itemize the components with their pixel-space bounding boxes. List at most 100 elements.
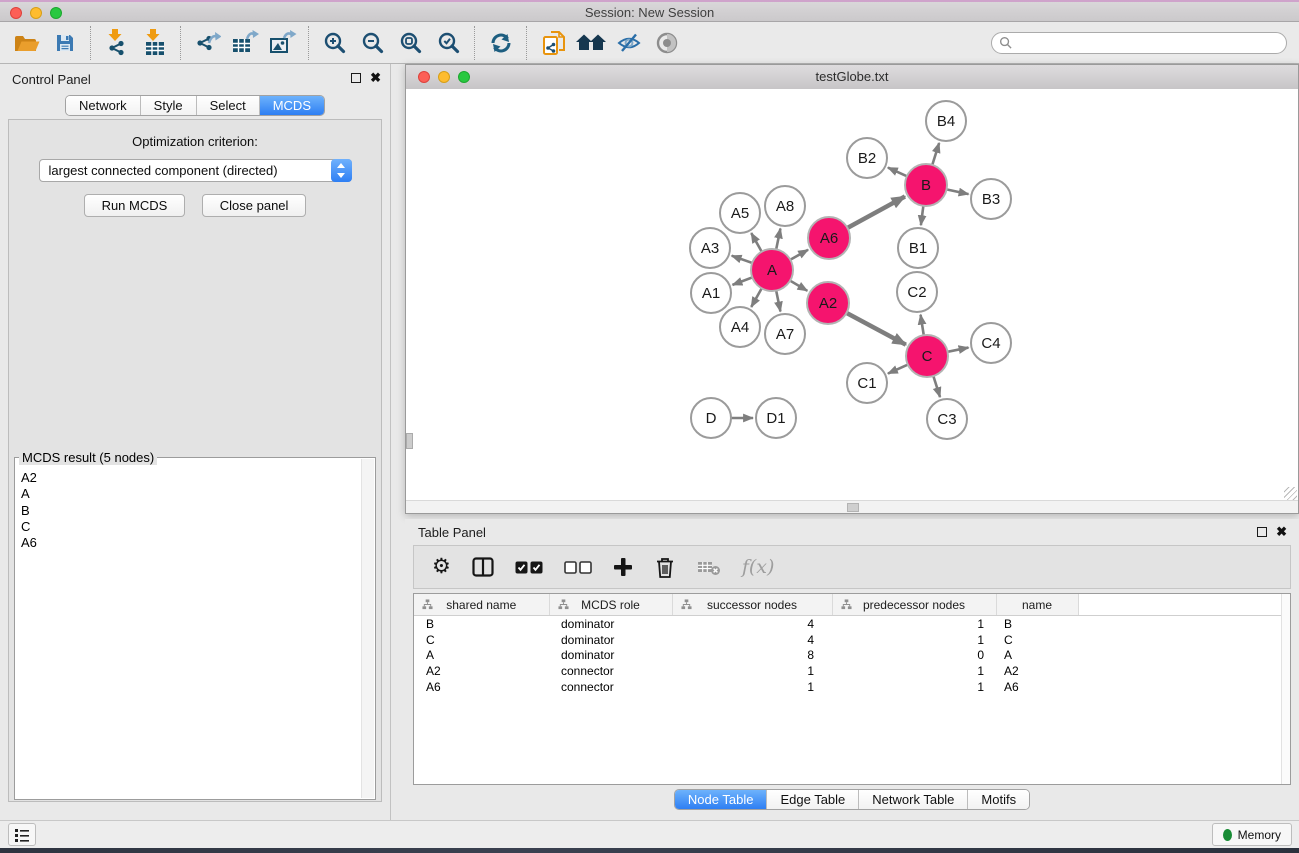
graph-node-A4[interactable]: A4: [720, 307, 760, 347]
result-item[interactable]: A6: [21, 535, 361, 551]
import-table-icon: [142, 29, 168, 56]
graph-node-A8[interactable]: A8: [765, 186, 805, 226]
result-item[interactable]: A: [21, 486, 361, 502]
control-panel-float-button[interactable]: [351, 73, 361, 83]
tab-network[interactable]: Network: [66, 96, 140, 115]
graph-node-A7[interactable]: A7: [765, 314, 805, 354]
hide-selected-button[interactable]: [610, 25, 648, 61]
table-row[interactable]: A2connector11A2: [414, 663, 1290, 679]
result-list-scrollbar[interactable]: [361, 459, 374, 798]
graph-node-B2[interactable]: B2: [847, 138, 887, 178]
network-window-titlebar[interactable]: testGlobe.txt: [406, 65, 1298, 90]
result-item[interactable]: A2: [21, 470, 361, 486]
desktop-wallpaper-strip: [0, 848, 1299, 853]
zoom-out-icon: [360, 30, 386, 56]
show-hidden-button[interactable]: [648, 25, 686, 61]
search-field[interactable]: [991, 32, 1287, 54]
table-row[interactable]: Cdominator41C: [414, 632, 1290, 648]
graph-node-B3[interactable]: B3: [971, 179, 1011, 219]
task-history-button[interactable]: [8, 823, 36, 846]
zoom-fit-button[interactable]: [392, 25, 430, 61]
import-network-icon: [104, 29, 130, 56]
network-canvas[interactable]: B4 B2 B B3 A8A5 A6 A3 B1 A C2 A1 A2 A4A7 C4 C C1 C3 D D1: [406, 89, 1298, 501]
dropdown-stepper-icon[interactable]: [331, 159, 352, 182]
save-session-button[interactable]: [46, 25, 84, 61]
memory-button[interactable]: Memory: [1212, 823, 1292, 846]
graph-node-C3[interactable]: C3: [927, 399, 967, 439]
table-row[interactable]: Bdominator41B: [414, 616, 1290, 632]
node-table-header-row: shared nameMCDS rolesuccessor nodesprede…: [414, 594, 1290, 616]
new-network-from-selection-button[interactable]: [534, 25, 572, 61]
toolbar-separator: [180, 26, 182, 60]
search-input[interactable]: [1017, 35, 1286, 51]
graph-node-C[interactable]: C: [906, 335, 948, 377]
network-vertical-scrollbar-thumb[interactable]: [406, 433, 413, 449]
graph-node-C1[interactable]: C1: [847, 363, 887, 403]
graph-node-B[interactable]: B: [905, 164, 947, 206]
column-visibility-button[interactable]: [472, 557, 494, 577]
column-header-shared-name[interactable]: shared name: [414, 594, 549, 616]
result-item[interactable]: B: [21, 503, 361, 519]
tab-edge-table[interactable]: Edge Table: [766, 790, 858, 809]
table-options-gear-button[interactable]: ⚙: [432, 557, 451, 577]
run-mcds-button[interactable]: Run MCDS: [84, 194, 186, 217]
tab-style[interactable]: Style: [140, 96, 196, 115]
column-header-successor-nodes[interactable]: successor nodes: [672, 594, 832, 616]
graph-node-A2[interactable]: A2: [807, 282, 849, 324]
criterion-dropdown[interactable]: largest connected component (directed): [39, 159, 352, 182]
svg-text:A1: A1: [702, 285, 720, 302]
graph-node-C2[interactable]: C2: [897, 272, 937, 312]
svg-text:B2: B2: [858, 150, 876, 167]
add-column-button[interactable]: [613, 557, 633, 577]
graph-node-A[interactable]: A: [751, 249, 793, 291]
export-image-button[interactable]: [264, 25, 302, 61]
tab-node-table[interactable]: Node Table: [675, 790, 767, 809]
graph-node-D1[interactable]: D1: [756, 398, 796, 438]
trash-icon: [654, 556, 676, 579]
delete-table-button[interactable]: [697, 558, 721, 576]
graph-node-B1[interactable]: B1: [898, 228, 938, 268]
network-horizontal-scrollbar-thumb[interactable]: [847, 503, 859, 512]
app-titlebar: Session: New Session: [0, 0, 1299, 22]
tab-network-table[interactable]: Network Table: [858, 790, 967, 809]
network-horizontal-scrollbar[interactable]: [406, 500, 1298, 513]
graph-node-A3[interactable]: A3: [690, 228, 730, 268]
graph-node-A1[interactable]: A1: [691, 273, 731, 313]
graph-node-A5[interactable]: A5: [720, 193, 760, 233]
svg-text:C4: C4: [981, 335, 1000, 352]
table-scrollbar[interactable]: [1281, 594, 1290, 784]
control-panel-close-button[interactable]: ✖: [370, 70, 381, 86]
graph-node-A6[interactable]: A6: [808, 217, 850, 259]
table-row[interactable]: Adominator80A: [414, 647, 1290, 663]
column-header-mcds-role[interactable]: MCDS role: [549, 594, 672, 616]
deselect-all-rows-button[interactable]: [564, 561, 592, 574]
refresh-button[interactable]: [482, 25, 520, 61]
delete-table-icon: [697, 558, 721, 576]
select-all-rows-button[interactable]: [515, 561, 543, 574]
home-view-button[interactable]: [572, 25, 610, 61]
graph-node-D[interactable]: D: [691, 398, 731, 438]
export-table-button[interactable]: [226, 25, 264, 61]
zoom-selected-button[interactable]: [430, 25, 468, 61]
tab-mcds[interactable]: MCDS: [259, 96, 324, 115]
export-network-button[interactable]: [188, 25, 226, 61]
import-network-button[interactable]: [98, 25, 136, 61]
zoom-in-button[interactable]: [316, 25, 354, 61]
function-builder-button[interactable]: f(x): [742, 556, 775, 578]
table-panel-close-button[interactable]: ✖: [1276, 524, 1287, 540]
result-item[interactable]: C: [21, 519, 361, 535]
open-session-button[interactable]: [8, 25, 46, 61]
close-panel-button[interactable]: Close panel: [202, 194, 307, 217]
network-resize-grip[interactable]: [1284, 487, 1297, 500]
delete-column-button[interactable]: [654, 556, 676, 579]
graph-node-B4[interactable]: B4: [926, 101, 966, 141]
tab-select[interactable]: Select: [196, 96, 259, 115]
column-header-predecessor-nodes[interactable]: predecessor nodes: [832, 594, 996, 616]
table-panel-float-button[interactable]: [1257, 527, 1267, 537]
column-header-name[interactable]: name: [996, 594, 1078, 616]
import-table-button[interactable]: [136, 25, 174, 61]
graph-node-C4[interactable]: C4: [971, 323, 1011, 363]
tab-motifs[interactable]: Motifs: [967, 790, 1029, 809]
zoom-out-button[interactable]: [354, 25, 392, 61]
table-row[interactable]: A6connector11A6: [414, 679, 1290, 695]
